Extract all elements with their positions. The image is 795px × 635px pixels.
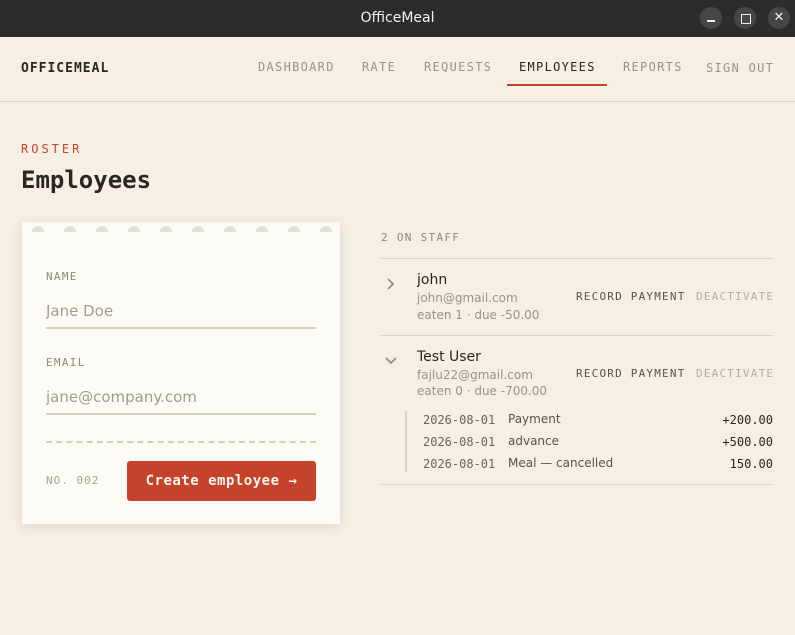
page-eyebrow: ROSTER [21, 142, 83, 156]
email-input[interactable] [46, 381, 316, 415]
perforation [320, 226, 332, 232]
serial-number: NO. 002 [46, 474, 100, 487]
perforation [96, 226, 108, 232]
nav-employees[interactable]: EMPLOYEES [519, 60, 596, 74]
maximize-icon [734, 7, 756, 29]
app-header: OFFICEMEAL DASHBOARD RATE REQUESTS EMPLO… [0, 37, 795, 102]
page-title: Employees [21, 166, 152, 194]
dashed-divider [46, 441, 316, 443]
nav-requests[interactable]: REQUESTS [424, 60, 492, 74]
employee-email: john@gmail.com [417, 291, 518, 305]
nav-dashboard[interactable]: DASHBOARD [258, 60, 335, 74]
perforation [160, 226, 172, 232]
deactivate-button[interactable]: DEACTIVATE [696, 290, 774, 303]
employee-name: Test User [417, 349, 481, 365]
ledger-description: Meal — cancelled [508, 456, 614, 470]
close-icon: ✕ [773, 10, 785, 25]
new-employee-card: NAME EMAIL NO. 002 Create employee → [22, 222, 340, 524]
name-label: NAME [46, 270, 78, 283]
window-titlebar: OfficeMeal ✕ [0, 0, 795, 37]
ledger-description: advance [508, 434, 560, 448]
divider [381, 335, 773, 336]
ledger-date: 2026-08-01 [423, 457, 496, 471]
perforation [32, 226, 44, 232]
expand-chevron-button[interactable] [381, 274, 401, 294]
record-payment-button[interactable]: RECORD PAYMENT [576, 367, 686, 380]
ledger-amount: +200.00 [722, 413, 773, 427]
perforation [288, 226, 300, 232]
perforation [256, 226, 268, 232]
email-label: EMAIL [46, 356, 86, 369]
brand-logo[interactable]: OFFICEMEAL [21, 61, 109, 76]
nav-reports[interactable]: REPORTS [623, 60, 683, 74]
perforation [192, 226, 204, 232]
minimize-icon [700, 7, 722, 29]
minimize-button[interactable] [700, 7, 722, 29]
collapse-chevron-button[interactable] [381, 351, 401, 371]
ledger-date: 2026-08-01 [423, 435, 496, 449]
deactivate-button[interactable]: DEACTIVATE [696, 367, 774, 380]
perforation [128, 226, 140, 232]
name-input[interactable] [46, 295, 316, 329]
chevron-right-icon [387, 278, 395, 290]
window-title: OfficeMeal [360, 10, 435, 26]
perforation [64, 226, 76, 232]
divider [381, 258, 773, 259]
close-button[interactable]: ✕ [768, 7, 790, 29]
ledger-bar [405, 411, 407, 472]
nav-active-indicator [507, 84, 607, 86]
create-employee-button[interactable]: Create employee → [127, 461, 316, 501]
perforation [224, 226, 236, 232]
employee-email: fajlu22@gmail.com [417, 368, 533, 382]
ledger-description: Payment [508, 412, 561, 426]
staff-count: 2 ON STAFF [381, 231, 461, 244]
maximize-button[interactable] [734, 7, 756, 29]
record-payment-button[interactable]: RECORD PAYMENT [576, 290, 686, 303]
chevron-down-icon [385, 357, 397, 365]
employee-summary: eaten 1 · due -50.00 [417, 308, 540, 322]
nav-rate[interactable]: RATE [362, 60, 396, 74]
employee-name: john [417, 272, 448, 288]
divider [381, 484, 773, 485]
ledger-amount: 150.00 [729, 457, 773, 471]
nav-sign-out[interactable]: SIGN OUT [706, 61, 774, 75]
employee-summary: eaten 0 · due -700.00 [417, 384, 548, 398]
ledger-amount: +500.00 [722, 435, 773, 449]
ledger-date: 2026-08-01 [423, 413, 496, 427]
